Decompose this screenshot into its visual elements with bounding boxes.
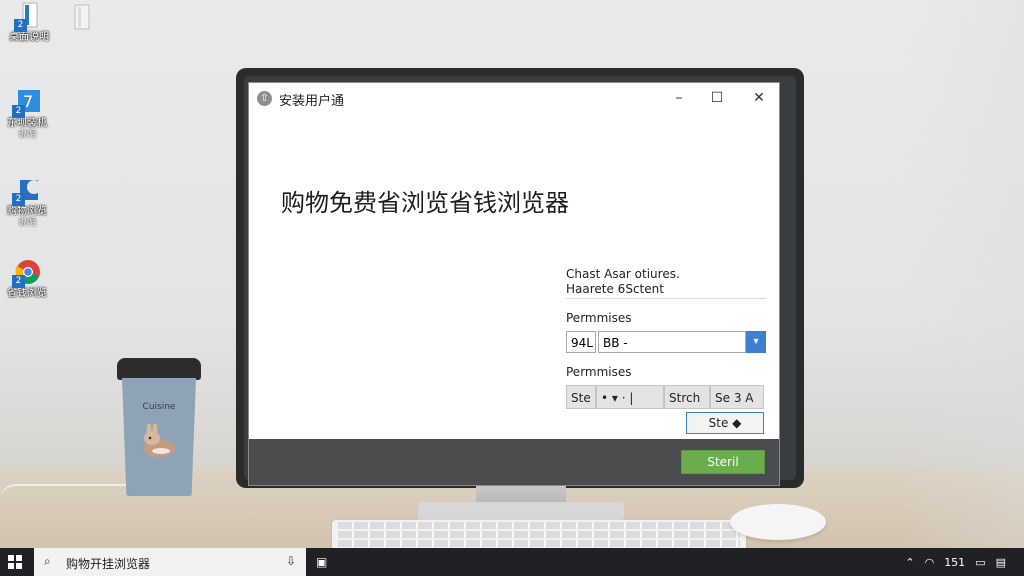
browser-app-icon: 2: [12, 176, 42, 206]
battery-icon[interactable]: ▭: [975, 556, 985, 569]
installer-window: ⇧ 安装用户通 – ☐ ✕ 购物免费省浏览省钱浏览器 Chast Asar ot…: [248, 82, 780, 486]
permissions-dropdown-row: 94L BB - ▾: [566, 331, 766, 353]
notification-icon[interactable]: ▤: [996, 556, 1006, 569]
windows-logo-icon: [8, 563, 14, 569]
search-icon: ⌕: [44, 554, 51, 568]
badge-icon: 2: [14, 19, 27, 32]
title-bar[interactable]: ⇧ 安装用户通 – ☐ ✕: [249, 83, 779, 113]
close-button[interactable]: ✕: [743, 87, 775, 109]
start-button[interactable]: [8, 555, 22, 569]
desktop-icon-1[interactable]: 2 桌面说明: [2, 2, 56, 44]
desktop-icon-2[interactable]: [54, 2, 108, 32]
background-shadow: [900, 0, 1024, 576]
cable: [0, 484, 140, 500]
task-view-icon[interactable]: ▣: [316, 555, 330, 569]
panel-description-2: Haarete 6Sctent: [566, 282, 766, 299]
windows-logo-icon: [16, 563, 22, 569]
permissions-label-2: Permmises: [566, 365, 632, 379]
window-title: 安装用户通: [279, 94, 345, 109]
mouse: [730, 504, 826, 540]
desktop-icon-sublabel: 说明: [17, 218, 36, 228]
window-footer: Steril: [249, 439, 779, 485]
app-z-icon: 7 2: [12, 88, 42, 118]
taskbar: ⌕ 购物开挂浏览器 ⇩ ▣ ⌃ ◠ 151 ▭ ▤: [0, 548, 1024, 576]
coffee-cup: Cuisine: [122, 378, 196, 496]
panel-description-1: Chast Asar otiures.: [566, 267, 680, 281]
keyboard-row: [338, 540, 740, 547]
permissions-dropdown[interactable]: BB -: [598, 331, 746, 353]
segment-1[interactable]: Ste: [566, 385, 596, 409]
cup-label: Cuisine: [142, 402, 176, 412]
desktop-icon-3[interactable]: 7 2 东坝装机 说明: [0, 88, 54, 141]
keyboard-row: [338, 531, 740, 538]
save-button[interactable]: Ste ◆: [686, 412, 764, 434]
badge-icon: 2: [12, 275, 25, 288]
coffee-cup-lid: [117, 358, 201, 380]
clock-text[interactable]: 151: [944, 556, 965, 569]
badge-icon: 2: [12, 193, 25, 206]
chrome-icon: 2: [12, 258, 42, 288]
taskbar-search[interactable]: ⌕ 购物开挂浏览器 ⇩: [34, 548, 306, 576]
segment-2[interactable]: • ▾ · |: [596, 385, 664, 409]
blank-document-icon: [66, 2, 96, 32]
wifi-icon[interactable]: ◠: [925, 556, 935, 569]
monitor-stand-base: [418, 502, 624, 520]
desktop-icon-5[interactable]: 2 省钱浏览: [0, 258, 54, 300]
maximize-button[interactable]: ☐: [701, 87, 733, 109]
keyboard-row: [338, 522, 740, 529]
desktop-icon-4[interactable]: 2 购物浏览 说明: [0, 176, 54, 229]
segment-3[interactable]: Strch: [664, 385, 710, 409]
install-button[interactable]: Steril: [681, 450, 765, 474]
minimize-button[interactable]: –: [663, 87, 695, 109]
desktop-icon-label: 购物浏览: [7, 206, 47, 217]
dropdown-arrow-icon[interactable]: ▾: [746, 331, 766, 353]
chevron-up-icon[interactable]: ⌃: [905, 556, 914, 569]
app-icon: ⇧: [257, 91, 272, 106]
permissions-label-1: Permmises: [566, 311, 632, 325]
document-icon: 2: [14, 2, 44, 32]
desktop-icon-sublabel: 说明: [17, 130, 36, 140]
badge-icon: 2: [12, 105, 25, 118]
mic-icon[interactable]: ⇩: [286, 554, 296, 568]
system-tray: ⌃ ◠ 151 ▭ ▤: [905, 548, 1024, 576]
permissions-short-field[interactable]: 94L: [566, 331, 596, 353]
desktop-icon-label: 东坝装机: [7, 118, 47, 129]
windows-logo-icon: [8, 555, 14, 561]
segment-4[interactable]: Se 3 A: [710, 385, 764, 409]
bunny-icon: [143, 424, 175, 457]
desktop-icon-label: 桌面说明: [9, 32, 49, 43]
headline: 购物免费省浏览省钱浏览器: [281, 189, 569, 217]
search-text: 购物开挂浏览器: [66, 557, 151, 571]
desktop-icon-label: 省钱浏览: [7, 288, 47, 299]
segmented-control: Ste • ▾ · | Strch Se 3 A: [566, 385, 766, 409]
options-panel: Chast Asar otiures. Haarete 6Sctent Perm…: [566, 267, 766, 409]
windows-logo-icon: [16, 555, 22, 561]
